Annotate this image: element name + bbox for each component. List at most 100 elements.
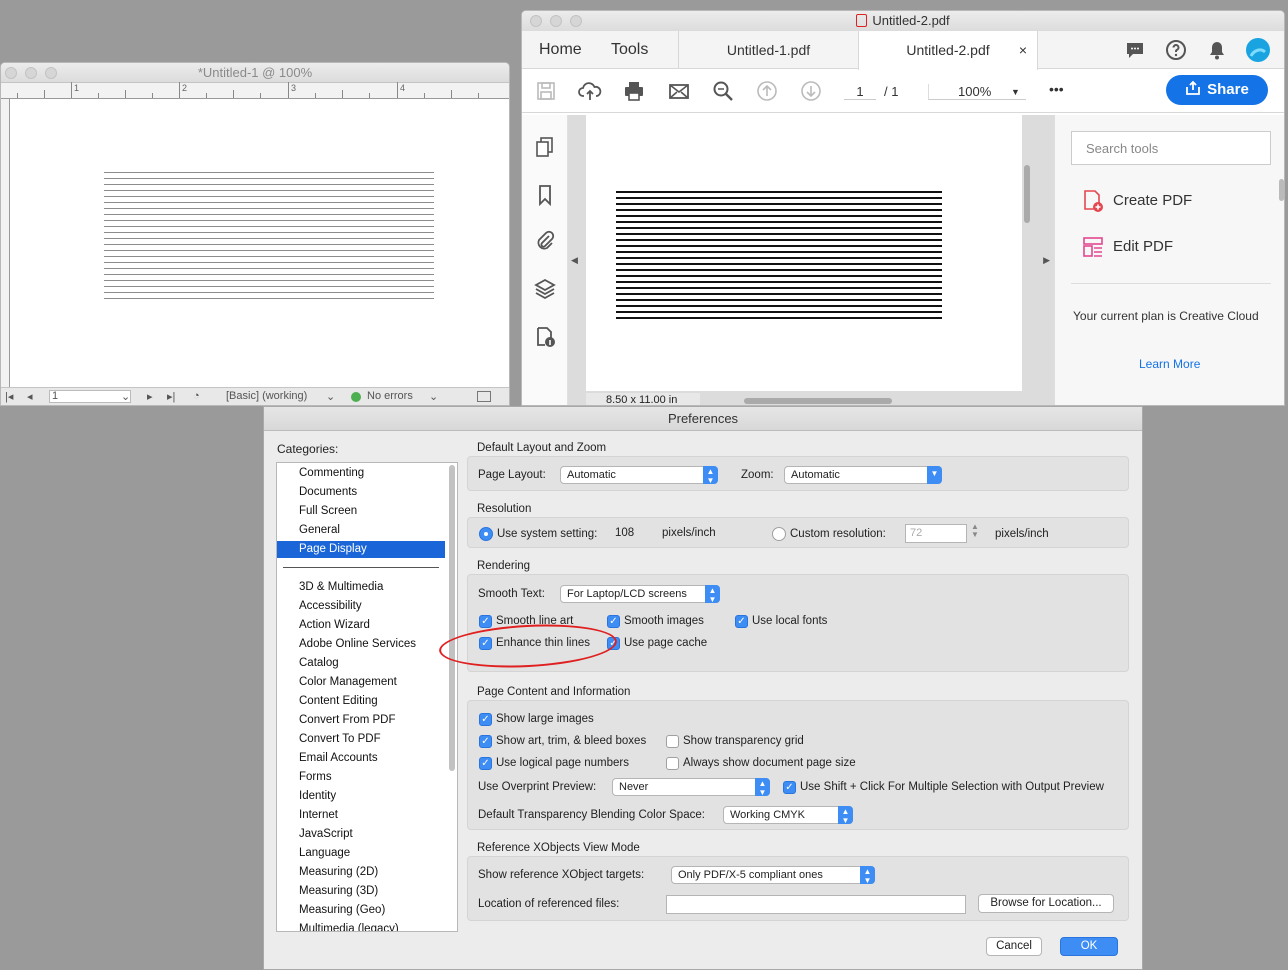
shift-click-checkbox[interactable]: ✓	[783, 781, 796, 794]
category-item-selected[interactable]: Page Display	[277, 541, 445, 558]
zoom-window-icon[interactable]	[570, 15, 582, 27]
chevron-down-icon[interactable]: ⌄	[121, 390, 130, 403]
categories-list[interactable]: Commenting Documents Full Screen General…	[276, 462, 458, 932]
avatar[interactable]	[1246, 38, 1270, 62]
expand-right-panel-icon[interactable]: ▶	[1043, 255, 1050, 266]
notification-bell-icon[interactable]	[1206, 39, 1228, 61]
always-show-page-size-checkbox[interactable]	[666, 757, 679, 770]
overprint-preview-select[interactable]: Never ▲ ▼	[612, 778, 770, 797]
vertical-scrollbar[interactable]	[1024, 165, 1030, 223]
document-view[interactable]: ◀ 8.50 x 11.00 in ▶	[568, 115, 1054, 405]
preflight-errors[interactable]: No errors	[367, 390, 413, 402]
email-icon[interactable]	[667, 79, 691, 103]
blending-space-select[interactable]: Working CMYK ▲ ▼	[723, 806, 853, 825]
tools-scrollbar[interactable]	[1279, 179, 1284, 201]
collapse-left-panel-icon[interactable]: ◀	[571, 255, 578, 266]
prev-page-icon[interactable]: ◂	[27, 390, 33, 403]
category-item[interactable]: 3D & Multimedia	[277, 579, 445, 596]
attachment-icon[interactable]	[533, 229, 557, 253]
next-page-icon[interactable]	[799, 79, 823, 103]
show-large-images-checkbox[interactable]: ✓	[479, 713, 492, 726]
browse-location-button[interactable]: Browse for Location...	[978, 894, 1114, 913]
use-logical-page-numbers-checkbox[interactable]: ✓	[479, 757, 492, 770]
smooth-images-checkbox[interactable]: ✓	[607, 615, 620, 628]
edit-pdf-tool[interactable]: Edit PDF	[1081, 235, 1173, 259]
close-tab-icon[interactable]: ×	[1019, 31, 1027, 69]
page-layout-select[interactable]: Automatic ▲ ▼	[560, 466, 718, 485]
print-icon[interactable]	[622, 79, 646, 103]
chevron-down-icon[interactable]: ⌄	[326, 390, 335, 403]
category-item[interactable]: Measuring (2D)	[277, 864, 445, 881]
comment-icon[interactable]	[1124, 39, 1146, 61]
layers-icon[interactable]	[533, 277, 557, 301]
category-item[interactable]: Adobe Online Services	[277, 636, 445, 653]
custom-resolution-radio[interactable]	[772, 527, 786, 541]
xobject-targets-select[interactable]: Only PDF/X-5 compliant ones ▲ ▼	[671, 866, 875, 885]
category-item[interactable]: Measuring (3D)	[277, 883, 445, 900]
category-item[interactable]: Content Editing	[277, 693, 445, 710]
open-page-icon[interactable]: ◔	[193, 390, 200, 402]
category-item[interactable]: Catalog	[277, 655, 445, 672]
use-local-fonts-checkbox[interactable]: ✓	[735, 615, 748, 628]
help-icon[interactable]	[1165, 39, 1187, 61]
smooth-line-art-checkbox[interactable]: ✓	[479, 615, 492, 628]
chevron-down-icon[interactable]: ⌄	[429, 390, 438, 403]
horizontal-ruler[interactable]: 1 2 3 4	[1, 82, 509, 99]
more-tools-icon[interactable]: •••	[1049, 81, 1064, 97]
category-item[interactable]: Accessibility	[277, 598, 445, 615]
horizontal-scrollbar[interactable]	[744, 398, 892, 404]
create-pdf-tool[interactable]: Create PDF	[1081, 189, 1192, 213]
pdf-page[interactable]	[586, 115, 1022, 391]
show-art-trim-checkbox[interactable]: ✓	[479, 735, 492, 748]
smooth-text-select[interactable]: For Laptop/LCD screens ▲ ▼	[560, 585, 720, 604]
zoom-dropdown-icon[interactable]: ▼	[1011, 87, 1020, 97]
category-item[interactable]: Language	[277, 845, 445, 862]
category-item[interactable]: Internet	[277, 807, 445, 824]
category-item[interactable]: Action Wizard	[277, 617, 445, 634]
tools-tab[interactable]: Tools	[611, 41, 648, 59]
page-thumbnails-icon[interactable]	[533, 135, 557, 159]
category-item[interactable]: Documents	[277, 484, 445, 501]
ok-button[interactable]: OK	[1060, 937, 1118, 956]
minimize-window-icon[interactable]	[25, 67, 37, 79]
show-transparency-grid-checkbox[interactable]	[666, 735, 679, 748]
document-tab-active[interactable]: Untitled-2.pdf ×	[858, 31, 1038, 70]
thin-lines-artwork[interactable]	[104, 172, 434, 304]
split-view-icon[interactable]	[477, 391, 491, 402]
close-window-icon[interactable]	[5, 67, 17, 79]
learn-more-link[interactable]: Learn More	[1139, 357, 1200, 371]
search-tools-input[interactable]: Search tools	[1071, 131, 1271, 165]
custom-resolution-input[interactable]: 72	[905, 524, 967, 543]
categories-scrollbar[interactable]	[449, 465, 455, 771]
category-item[interactable]: General	[277, 522, 445, 539]
document-tab[interactable]: Untitled-1.pdf	[678, 31, 858, 69]
previous-page-icon[interactable]	[755, 79, 779, 103]
category-item[interactable]: Color Management	[277, 674, 445, 691]
category-item[interactable]: Multimedia (legacy)	[277, 921, 445, 931]
category-item[interactable]: Identity	[277, 788, 445, 805]
page-number-input[interactable]: 1	[844, 84, 876, 100]
category-item[interactable]: Commenting	[277, 465, 445, 482]
category-item[interactable]: Full Screen	[277, 503, 445, 520]
document-info-icon[interactable]	[533, 325, 557, 349]
category-item[interactable]: Convert To PDF	[277, 731, 445, 748]
minimize-window-icon[interactable]	[550, 15, 562, 27]
next-page-icon[interactable]: ▸	[147, 390, 153, 403]
category-item[interactable]: JavaScript	[277, 826, 445, 843]
zoom-select[interactable]: Automatic ▼	[784, 466, 942, 484]
search-zoom-icon[interactable]	[711, 79, 735, 103]
use-system-setting-radio[interactable]	[479, 527, 493, 541]
category-item[interactable]: Email Accounts	[277, 750, 445, 767]
cancel-button[interactable]: Cancel	[986, 937, 1042, 956]
page-number-field[interactable]: 1	[49, 390, 131, 403]
vertical-ruler[interactable]	[1, 99, 10, 389]
referenced-files-location-input[interactable]	[666, 895, 966, 914]
bookmark-icon[interactable]	[533, 183, 557, 207]
category-item[interactable]: Measuring (Geo)	[277, 902, 445, 919]
upload-cloud-icon[interactable]	[578, 79, 602, 103]
category-item[interactable]: Convert From PDF	[277, 712, 445, 729]
preflight-profile[interactable]: [Basic] (working)	[226, 390, 307, 402]
category-item[interactable]: Forms	[277, 769, 445, 786]
close-window-icon[interactable]	[530, 15, 542, 27]
zoom-window-icon[interactable]	[45, 67, 57, 79]
